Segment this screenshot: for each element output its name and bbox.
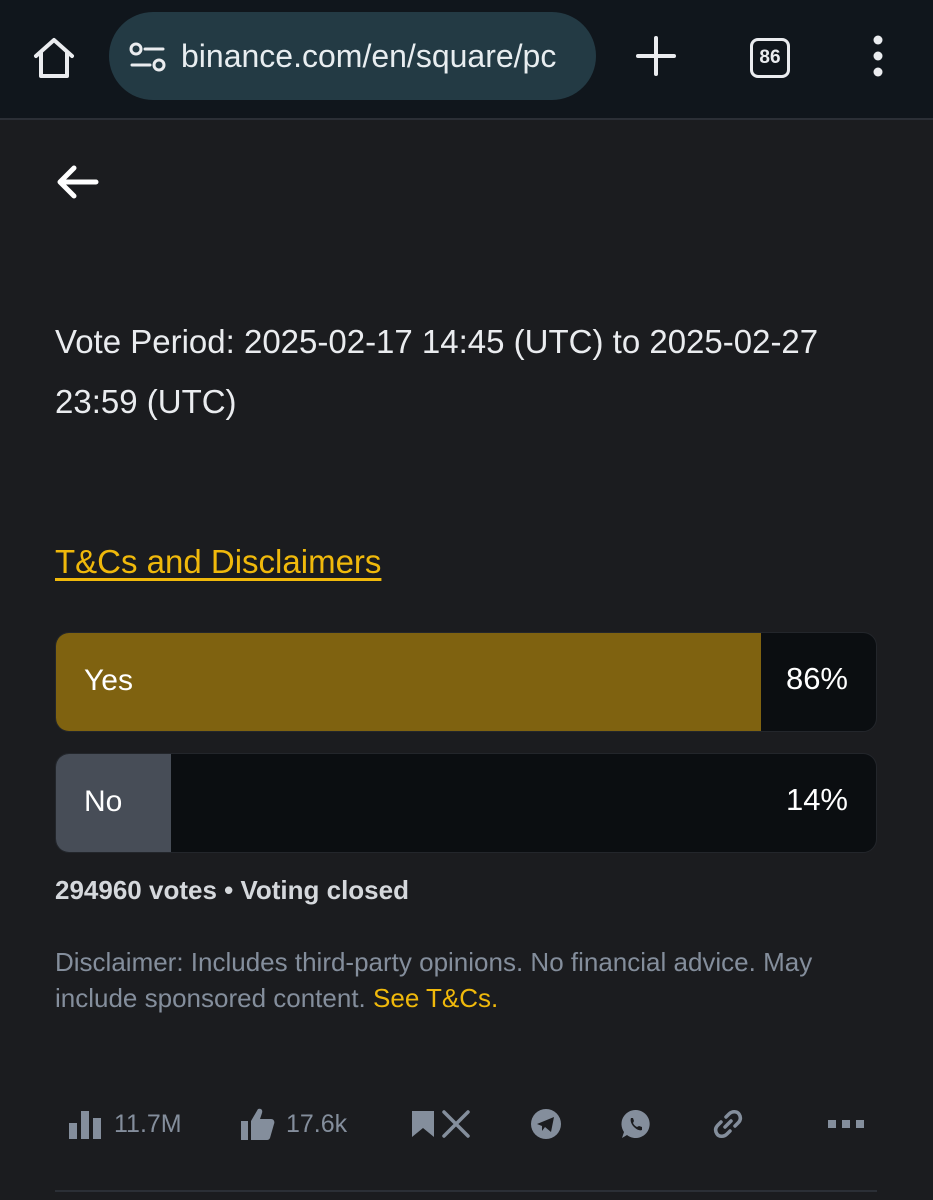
whatsapp-icon xyxy=(621,1109,650,1138)
link-icon xyxy=(713,1110,743,1138)
vote-period-text: Vote Period: 2025-02-17 14:45 (UTC) to 2… xyxy=(55,323,819,420)
copy-link-button[interactable] xyxy=(712,1098,744,1150)
arrow-left-icon xyxy=(57,165,99,199)
poll-option-percent: 86% xyxy=(785,661,848,696)
poll-votes-status: 294960 votes • Voting closed xyxy=(55,875,409,905)
see-tcs-link[interactable]: See T&Cs. xyxy=(373,983,498,1013)
more-options-button[interactable] xyxy=(828,1098,864,1150)
bookmark-icon xyxy=(412,1111,434,1137)
views-count: 11.7M xyxy=(114,1109,182,1138)
likes-count: 17.6k xyxy=(286,1109,348,1138)
disclaimer: Disclaimer: Includes third-party opinion… xyxy=(55,944,885,1016)
site-settings-icon[interactable] xyxy=(129,40,167,74)
new-tab-button[interactable] xyxy=(632,32,680,80)
share-whatsapp-button[interactable] xyxy=(620,1098,652,1150)
browser-menu-button[interactable] xyxy=(860,34,896,78)
home-icon xyxy=(34,38,74,78)
tab-count: 86 xyxy=(759,47,781,68)
share-x-button[interactable] xyxy=(442,1098,470,1150)
address-bar[interactable]: binance.com/en/square/pc xyxy=(109,12,596,100)
share-telegram-button[interactable] xyxy=(530,1098,562,1150)
like-button[interactable]: 17.6k xyxy=(240,1098,347,1150)
divider xyxy=(55,1190,877,1192)
poll-option-no[interactable]: No 14% xyxy=(55,753,877,853)
tcs-disclaimers-link[interactable]: T&Cs and Disclaimers xyxy=(55,540,381,584)
telegram-icon xyxy=(531,1109,561,1139)
bookmark-button[interactable] xyxy=(410,1098,436,1150)
x-logo-icon xyxy=(442,1110,470,1138)
more-horizontal-icon xyxy=(828,1120,864,1128)
home-button[interactable] xyxy=(30,34,78,82)
poll-option-percent: 14% xyxy=(785,782,848,817)
tab-switcher-button[interactable]: 86 xyxy=(750,38,790,78)
browser-toolbar: binance.com/en/square/pc 86 xyxy=(0,0,933,120)
poll-option-label: No xyxy=(84,785,123,818)
plus-icon xyxy=(636,36,676,76)
post-actions-bar: 11.7M 17.6k xyxy=(0,1098,933,1150)
views-stat: 11.7M xyxy=(68,1098,182,1150)
url-text[interactable]: binance.com/en/square/pc xyxy=(181,36,596,76)
more-vertical-icon xyxy=(873,35,883,77)
poll-option-label: Yes xyxy=(84,664,133,697)
thumbs-up-icon xyxy=(241,1108,275,1140)
back-button[interactable] xyxy=(52,158,102,206)
poll-option-fill xyxy=(56,633,762,731)
poll-option-yes[interactable]: Yes 86% xyxy=(55,632,877,732)
bar-chart-icon xyxy=(69,1111,101,1139)
